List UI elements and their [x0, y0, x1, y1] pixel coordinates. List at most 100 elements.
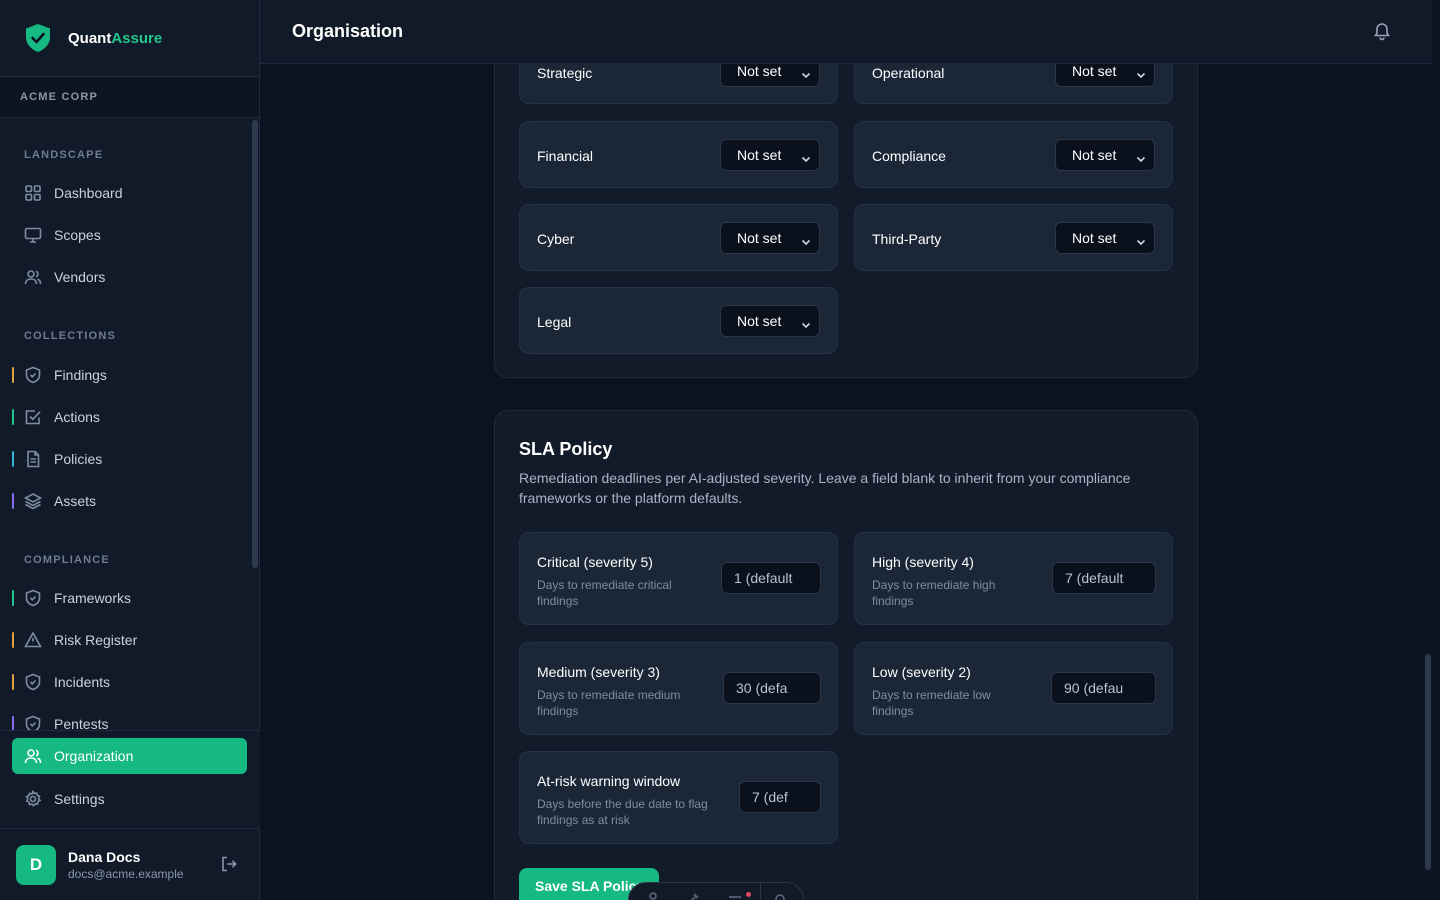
sidebar-item-organization[interactable]: Organization	[12, 738, 247, 774]
high-days-input[interactable]: 7 (default	[1052, 562, 1156, 594]
sidebar-item-label: Pentests	[54, 716, 109, 730]
sidebar-item-assets[interactable]: Assets	[12, 483, 247, 519]
chevron-down-icon	[801, 317, 811, 329]
select-value: Not set	[1072, 147, 1117, 163]
chevron-down-icon	[1136, 151, 1146, 163]
select-value: Not set	[737, 147, 782, 163]
select-value: Not set	[1072, 230, 1117, 246]
accent-bar	[12, 716, 14, 730]
gear-icon	[775, 894, 785, 900]
sidebar-item-incidents[interactable]: Incidents	[12, 664, 247, 700]
low-days-input[interactable]: 90 (defau	[1051, 672, 1156, 704]
sidebar-nav[interactable]: LANDSCAPE Dashboard Scopes Vendors COLLE…	[0, 118, 260, 730]
section-title-compliance: COMPLIANCE	[24, 554, 110, 566]
select-value: Not set	[737, 230, 782, 246]
risk-tile-compliance: Compliance Not set	[854, 121, 1173, 188]
risk-category-label: Legal	[537, 314, 572, 330]
shield-check-logo-icon	[26, 24, 50, 52]
accent-bar	[12, 367, 14, 383]
sidebar-item-label: Incidents	[54, 674, 111, 690]
checkbox-icon	[25, 410, 41, 425]
sla-field-title: Critical (severity 5)	[537, 554, 653, 570]
shield-icon	[25, 366, 41, 384]
sidebar-item-label: Vendors	[54, 269, 106, 285]
sidebar-item-label: Actions	[54, 409, 100, 425]
document-icon	[27, 450, 40, 468]
brand-name: QuantAssure	[68, 30, 162, 47]
logout-icon	[222, 856, 237, 872]
risk-appetite-select[interactable]: Not set	[720, 139, 820, 171]
accent-bar	[12, 590, 14, 606]
sidebar-item-risk-register[interactable]: Risk Register	[12, 622, 247, 658]
menu-icon	[729, 896, 741, 898]
accent-bar	[12, 409, 14, 425]
shield-icon	[25, 715, 41, 730]
user-profile[interactable]: D Dana Docs docs@acme.example	[0, 828, 260, 900]
accent-bar	[12, 674, 14, 690]
risk-appetite-select[interactable]: Not set	[1055, 139, 1155, 171]
sidebar: QuantAssure ACME CORP LANDSCAPE Dashboar…	[0, 0, 260, 900]
sidebar-item-policies[interactable]: Policies	[12, 441, 247, 477]
sla-field-title: At-risk warning window	[537, 773, 681, 789]
risk-category-label: Third-Party	[872, 231, 942, 247]
bell-icon	[1374, 23, 1390, 41]
warning-icon	[24, 631, 42, 648]
sidebar-item-label: Settings	[54, 791, 105, 807]
accent-bar	[12, 451, 14, 467]
sidebar-item-vendors[interactable]: Vendors	[12, 259, 247, 295]
sla-tile-at-risk: At-risk warning window Days before the d…	[519, 751, 838, 844]
sla-tile-critical: Critical (severity 5) Days to remediate …	[519, 532, 838, 625]
sla-field-title: Medium (severity 3)	[537, 664, 660, 680]
sidebar-item-actions[interactable]: Actions	[12, 399, 247, 435]
page-scrollbar-thumb[interactable]	[1425, 654, 1431, 870]
accent-bar	[12, 493, 14, 509]
medium-days-input[interactable]: 30 (defa	[723, 672, 821, 704]
sla-field-title: Low (severity 2)	[872, 664, 971, 680]
grid-icon	[25, 185, 41, 201]
sla-policy-title: SLA Policy	[519, 439, 613, 459]
page-scrollbar-track[interactable]	[1424, 64, 1432, 900]
sidebar-scrollbar[interactable]	[252, 120, 258, 568]
sidebar-item-label: Assets	[54, 493, 97, 509]
risk-appetite-select[interactable]: Not set	[720, 222, 820, 254]
sidebar-item-findings[interactable]: Findings	[12, 357, 247, 393]
sidebar-item-label: Dashboard	[54, 185, 123, 201]
sidebar-item-dashboard[interactable]: Dashboard	[12, 175, 247, 211]
shield-icon	[25, 673, 41, 691]
risk-category-label: Cyber	[537, 231, 575, 247]
logout-button[interactable]	[220, 855, 238, 873]
sidebar-item-frameworks[interactable]: Frameworks	[12, 580, 247, 616]
main-content: Strategic Not set Operational Not set Fi…	[260, 0, 1432, 900]
risk-tile-third-party: Third-Party Not set	[854, 204, 1173, 271]
sla-field-description: Days to remediate low findings	[872, 688, 991, 718]
sidebar-item-scopes[interactable]: Scopes	[12, 217, 247, 253]
risk-category-label: Financial	[537, 148, 594, 164]
chevron-down-icon	[1136, 67, 1146, 79]
brand[interactable]: QuantAssure	[0, 0, 259, 77]
sidebar-item-label: Policies	[54, 451, 103, 467]
sidebar-item-pentests[interactable]: Pentests	[12, 706, 247, 730]
chevron-down-icon	[801, 234, 811, 246]
avatar: D	[16, 844, 56, 885]
sidebar-item-label: Risk Register	[54, 632, 138, 648]
users-icon	[24, 749, 42, 764]
toolbar-divider	[760, 883, 761, 900]
users-icon	[24, 270, 42, 285]
critical-days-input[interactable]: 1 (default	[721, 562, 821, 594]
at-risk-window-input[interactable]: 7 (def	[739, 781, 821, 813]
sla-policy-description: Remediation deadlines per AI-adjusted se…	[519, 470, 1131, 506]
sidebar-item-label: Findings	[54, 367, 107, 383]
risk-appetite-select[interactable]: Not set	[720, 305, 820, 337]
floating-toolbar[interactable]	[628, 882, 804, 900]
organization-label: ACME CORP	[0, 77, 259, 118]
sla-field-description: Days to remediate medium findings	[537, 688, 681, 718]
risk-category-label: Strategic	[537, 65, 593, 81]
risk-tile-financial: Financial Not set	[519, 121, 838, 188]
sidebar-item-settings[interactable]: Settings	[12, 781, 247, 817]
sidebar-item-label: Frameworks	[54, 590, 132, 606]
risk-appetite-select[interactable]: Not set	[1055, 222, 1155, 254]
sidebar-item-label: Organization	[54, 748, 134, 764]
notifications-button[interactable]	[1372, 21, 1392, 46]
sla-tile-high: High (severity 4) Days to remediate high…	[854, 532, 1173, 625]
select-value: Not set	[737, 313, 782, 329]
